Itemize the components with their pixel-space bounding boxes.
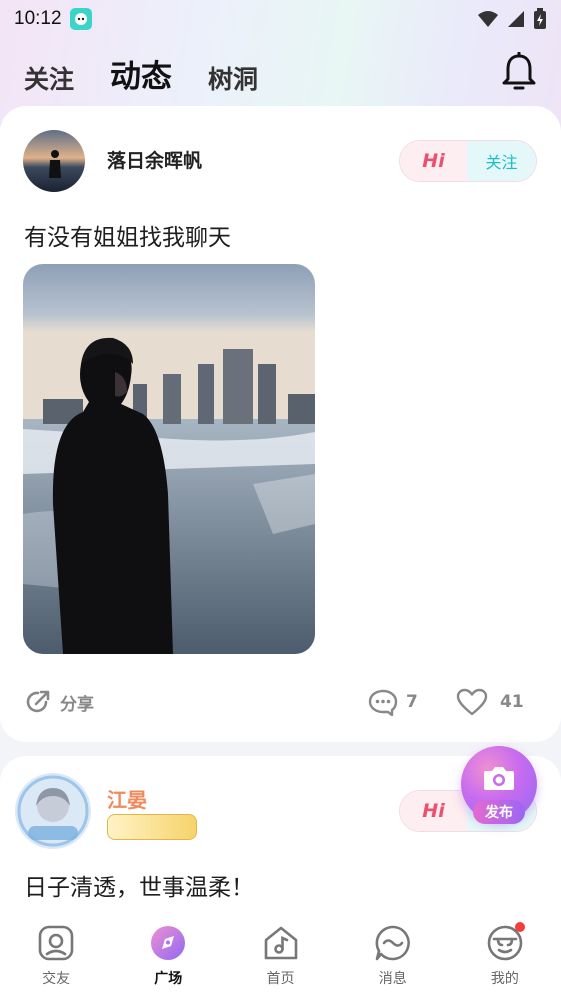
follow-button[interactable]: 关注: [467, 141, 536, 181]
tab-moments[interactable]: 动态: [110, 51, 172, 96]
username[interactable]: 落日余晖帆: [107, 146, 202, 173]
post-card[interactable]: 落日余晖帆 Hi 关注 有没有姐姐找我聊天 分享 7 41: [0, 106, 561, 742]
home-music-icon: [264, 926, 297, 960]
like-count: 41: [500, 692, 524, 712]
share-action[interactable]: 分享: [24, 688, 94, 716]
comment-count: 7: [406, 692, 418, 712]
medal-badge-icon: [107, 814, 197, 840]
message-icon: [375, 925, 410, 961]
battery-icon: [534, 8, 546, 29]
like-action[interactable]: 41: [456, 688, 524, 716]
signal-icon: [508, 11, 524, 27]
comment-action[interactable]: 7: [368, 688, 418, 716]
bottom-navigation: 交友 广场 首页 消息 我的: [0, 910, 561, 999]
feed-tabs: 关注 动态 树洞: [24, 52, 294, 96]
comment-icon: [368, 689, 398, 716]
tab-following[interactable]: 关注: [24, 60, 74, 96]
wifi-icon: [478, 11, 498, 27]
post-text: 日子清透，世事温柔！: [24, 875, 254, 901]
bell-icon[interactable]: [501, 52, 537, 92]
nav-square[interactable]: 广场: [112, 910, 224, 999]
nav-label: 消息: [378, 971, 407, 987]
notification-dot: [514, 922, 525, 932]
nav-label: 交友: [42, 971, 71, 987]
avatar[interactable]: [23, 130, 85, 192]
nav-profile[interactable]: 我的: [449, 910, 561, 999]
publish-label[interactable]: 发布: [473, 800, 525, 824]
hi-button[interactable]: Hi: [400, 141, 468, 181]
nav-messages[interactable]: 消息: [337, 910, 449, 999]
heart-icon: [456, 688, 488, 716]
nav-label: 我的: [490, 971, 519, 987]
nav-label: 首页: [266, 971, 295, 987]
username[interactable]: 江晏: [107, 784, 147, 813]
share-label: 分享: [60, 694, 94, 715]
friends-icon: [38, 925, 74, 961]
tab-tree-hole[interactable]: 树洞: [208, 60, 258, 96]
square-icon: [151, 926, 186, 960]
hi-button[interactable]: Hi: [400, 791, 468, 831]
app-notification-icon: [69, 8, 92, 30]
nav-label: 广场: [154, 971, 183, 987]
post-text: 有没有姐姐找我聊天: [24, 225, 231, 251]
post-action-buttons: Hi 关注: [399, 140, 537, 182]
camera-icon: [484, 767, 514, 790]
post-photo[interactable]: [23, 264, 315, 654]
nav-friends[interactable]: 交友: [0, 910, 112, 999]
share-icon: [26, 690, 50, 713]
status-icons: [477, 8, 547, 30]
status-time: 10:12: [14, 8, 62, 29]
status-bar: 10:12: [0, 0, 561, 38]
nav-home[interactable]: 首页: [224, 910, 336, 999]
avatar[interactable]: [14, 772, 92, 850]
